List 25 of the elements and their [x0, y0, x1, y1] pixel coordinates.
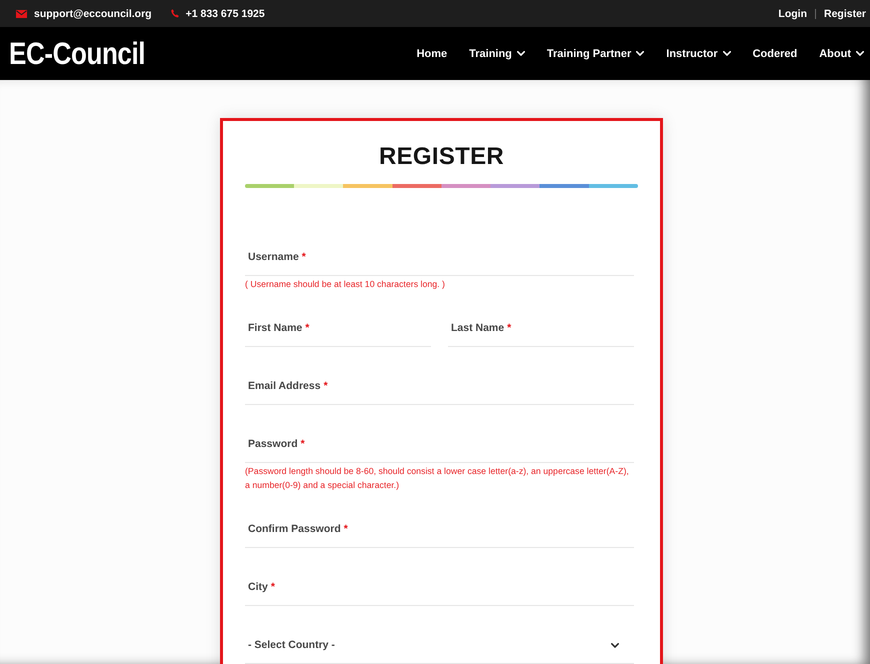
- phone-link[interactable]: +1 833 675 1925: [186, 8, 265, 20]
- hint-text: (Password length should be 8-60, should consist a lower case letter(a-z), an uppercase letter(A-Z), a number(0-9) and a special character.): [245, 465, 630, 492]
- header-link[interactable]: Login: [778, 8, 807, 20]
- nav-link[interactable]: Training: [469, 48, 525, 60]
- nav-link[interactable]: Training Partner: [546, 48, 644, 60]
- country-select[interactable]: - Select Country -: [245, 627, 634, 664]
- email-link[interactable]: support@eccouncil.org: [34, 8, 152, 20]
- chevron-down-icon: [611, 642, 619, 648]
- text-field[interactable]: First Name *: [245, 310, 431, 347]
- password-field[interactable]: Confirm Password *: [245, 511, 634, 548]
- nav-link[interactable]: About: [819, 48, 864, 60]
- email-field[interactable]: Email Address *: [245, 368, 634, 405]
- nav-link[interactable]: Instructor: [666, 48, 731, 60]
- form-title: REGISTER: [378, 142, 506, 172]
- nav-link[interactable]: Codered: [752, 48, 798, 60]
- phone-icon: [170, 9, 179, 18]
- text-field[interactable]: Username *: [245, 239, 634, 276]
- envelope-icon: [16, 10, 27, 18]
- nav-link[interactable]: Home: [416, 48, 448, 60]
- password-field[interactable]: Password *: [245, 426, 634, 463]
- header-link[interactable]: Register: [824, 8, 866, 20]
- text-field[interactable]: Last Name *: [448, 310, 634, 347]
- text-field[interactable]: City *: [245, 569, 634, 606]
- hint-text: ( Username should be at least 10 characters long. ): [245, 278, 446, 291]
- logo[interactable]: EC-Council: [9, 36, 146, 70]
